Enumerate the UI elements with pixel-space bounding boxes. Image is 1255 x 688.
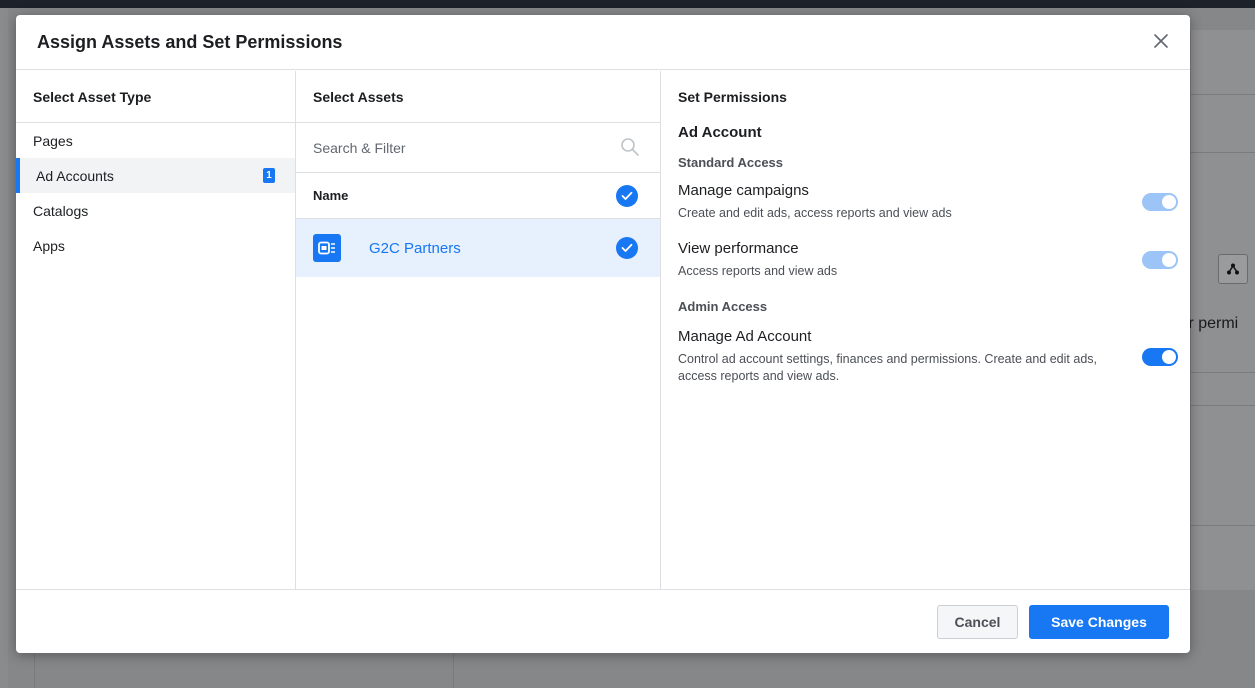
background-divider bbox=[1190, 152, 1255, 153]
manage-campaigns-toggle[interactable] bbox=[1142, 193, 1178, 211]
asset-type-column: Select Asset Type Pages Ad Accounts 1 Ca… bbox=[16, 71, 296, 589]
toggle-knob bbox=[1162, 350, 1176, 364]
asset-type-label: Apps bbox=[33, 237, 65, 254]
permissions-heading: Set Permissions bbox=[678, 89, 787, 105]
assign-assets-modal: Assign Assets and Set Permissions Select… bbox=[16, 15, 1190, 653]
modal-header: Assign Assets and Set Permissions bbox=[16, 15, 1190, 70]
checkmark-icon bbox=[621, 243, 633, 252]
search-row bbox=[296, 123, 660, 173]
admin-access-heading: Admin Access bbox=[678, 299, 768, 314]
permission-manage-ad-account: Manage Ad Account Control ad account set… bbox=[678, 328, 1178, 385]
toggle-knob bbox=[1162, 195, 1176, 209]
assets-heading: Select Assets bbox=[296, 71, 660, 123]
background-panel bbox=[1190, 30, 1255, 590]
checkmark-icon bbox=[621, 191, 633, 200]
people-icon bbox=[1227, 263, 1239, 275]
close-icon bbox=[1154, 34, 1168, 48]
search-input[interactable] bbox=[313, 139, 603, 156]
standard-access-heading: Standard Access bbox=[678, 155, 784, 170]
asset-type-pages[interactable]: Pages bbox=[16, 123, 295, 158]
permission-name: Manage campaigns bbox=[678, 182, 809, 199]
modal-title: Assign Assets and Set Permissions bbox=[37, 31, 343, 52]
permission-description: Access reports and view ads bbox=[678, 264, 838, 278]
selected-count-badge: 1 bbox=[263, 168, 275, 183]
permission-view-performance: View performance Access reports and view… bbox=[678, 240, 1178, 280]
asset-type-ad-accounts[interactable]: Ad Accounts 1 bbox=[16, 158, 295, 193]
view-performance-toggle[interactable] bbox=[1142, 251, 1178, 269]
asset-type-label: Catalogs bbox=[33, 202, 89, 219]
manage-ad-account-toggle[interactable] bbox=[1142, 348, 1178, 366]
asset-type-catalogs[interactable]: Catalogs bbox=[16, 193, 295, 228]
permission-description: Control ad account settings, finances an… bbox=[678, 352, 1097, 383]
asset-type-label: Pages bbox=[33, 132, 73, 149]
name-header-row: Name bbox=[296, 173, 660, 219]
permissions-column: Set Permissions Ad Account Standard Acce… bbox=[661, 71, 1190, 589]
background-divider bbox=[1190, 525, 1255, 526]
permissions-panel: Ad Account Standard Access Manage campai… bbox=[661, 124, 1190, 385]
asset-checkbox[interactable] bbox=[616, 237, 638, 259]
search-icon[interactable] bbox=[620, 137, 640, 157]
asset-type-heading: Select Asset Type bbox=[16, 71, 295, 123]
asset-type-label: Ad Accounts bbox=[36, 167, 114, 184]
save-changes-button[interactable]: Save Changes bbox=[1029, 605, 1169, 639]
permission-name: View performance bbox=[678, 240, 799, 257]
background-bottom-panel bbox=[34, 654, 454, 688]
asset-name: G2C Partners bbox=[369, 239, 461, 257]
name-column-header: Name bbox=[313, 188, 349, 203]
background-divider bbox=[1190, 405, 1255, 406]
select-all-checkbox[interactable] bbox=[616, 184, 638, 207]
ad-account-icon bbox=[313, 234, 341, 262]
permission-description: Create and edit ads, access reports and … bbox=[678, 206, 952, 220]
background-people-button bbox=[1218, 254, 1248, 284]
asset-type-title: Ad Account bbox=[678, 124, 762, 141]
toggle-knob bbox=[1162, 253, 1176, 267]
background-divider bbox=[1190, 94, 1255, 95]
background-top-bar bbox=[0, 0, 1255, 8]
permission-name: Manage Ad Account bbox=[678, 328, 812, 345]
modal-footer: Cancel Save Changes bbox=[16, 589, 1190, 653]
asset-row-g2c-partners[interactable]: G2C Partners bbox=[296, 219, 660, 277]
permission-manage-campaigns: Manage campaigns Create and edit ads, ac… bbox=[678, 182, 1178, 222]
assets-column: Select Assets Name bbox=[296, 71, 661, 589]
modal-columns: Select Asset Type Pages Ad Accounts 1 Ca… bbox=[16, 71, 1190, 589]
cancel-button[interactable]: Cancel bbox=[937, 605, 1018, 639]
close-button[interactable] bbox=[1148, 28, 1174, 54]
background-divider bbox=[1190, 372, 1255, 373]
asset-type-apps[interactable]: Apps bbox=[16, 228, 295, 263]
